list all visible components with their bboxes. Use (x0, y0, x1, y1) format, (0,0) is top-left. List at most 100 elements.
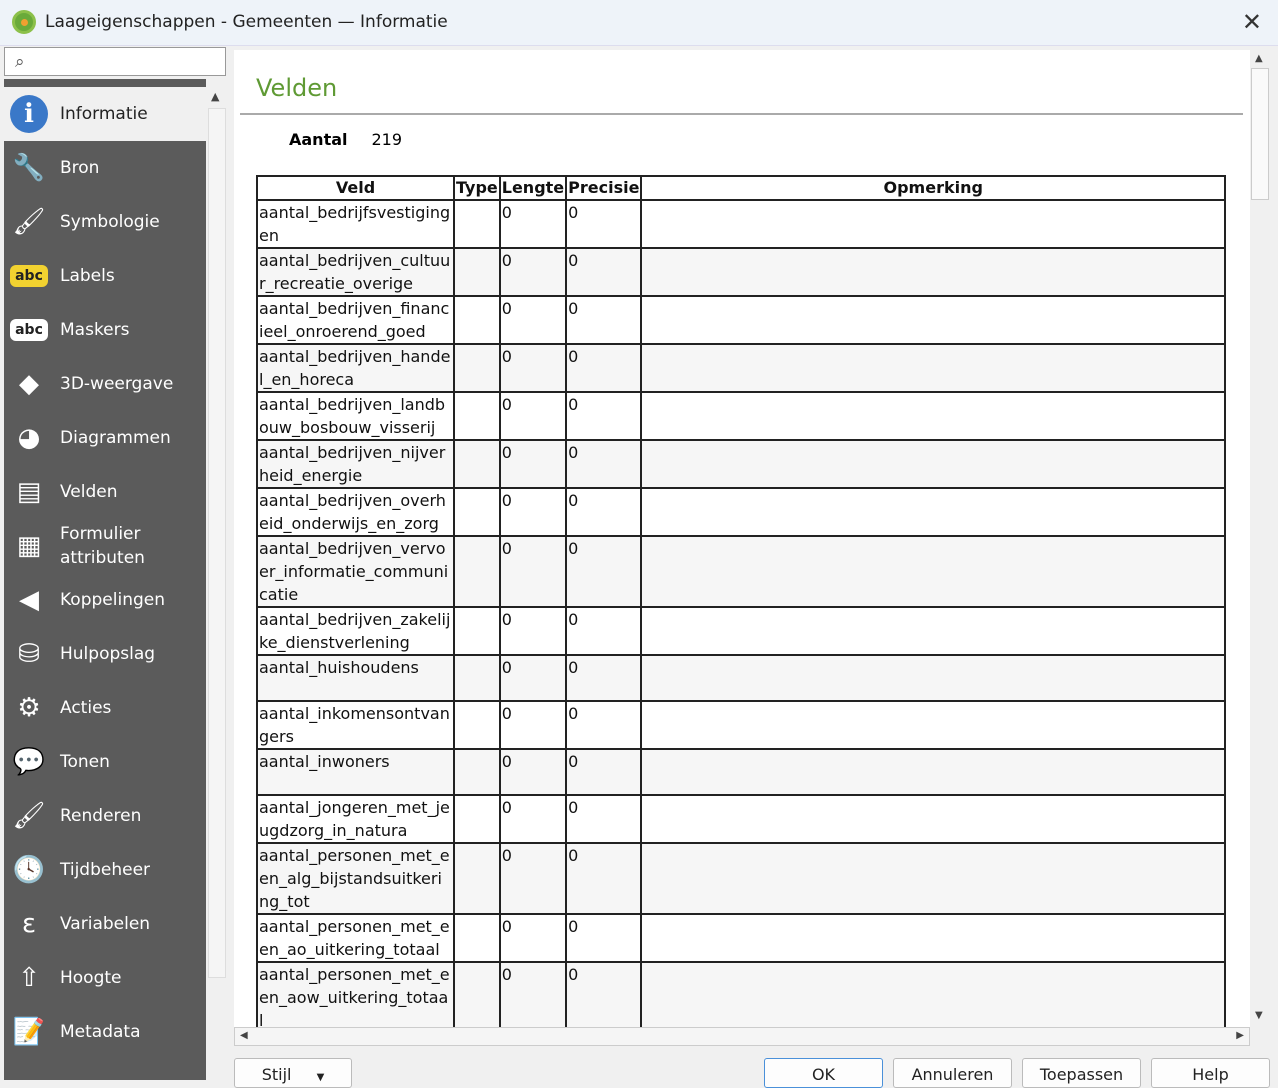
cell-lengte: 0 (498, 748, 568, 796)
sidebar-item-tijdbeheer[interactable]: 🕓 Tijdbeheer (4, 843, 206, 897)
cell-precisie: 0 (565, 247, 643, 297)
table-row: aantal_bedrijfsvestigingen 0 0 (256, 199, 1226, 249)
search-input[interactable]: ⌕ (4, 47, 226, 76)
cell-lengte: 0 (498, 391, 568, 441)
scroll-up-icon[interactable]: ▲ (211, 90, 219, 103)
cell-type (453, 199, 501, 249)
cell-lengte: 0 (498, 247, 568, 297)
column-header-opmerking: Opmerking (640, 175, 1226, 201)
sidebar-item-metadata[interactable]: 📝 Metadata (4, 1005, 206, 1059)
cell-opmerking (640, 343, 1226, 393)
form-icon: ▦ (16, 531, 42, 561)
column-header-precisie: Precisie (565, 175, 643, 201)
metadata-icon: 📝 (12, 1017, 46, 1047)
table-row: aantal_jongeren_met_jeugdzorg_in_natura 0… (256, 794, 1226, 844)
table-row: aantal_personen_met_een_aow_uitkering_to… (256, 961, 1226, 1027)
style-label: Stijl (261, 1065, 292, 1084)
vertical-scrollbar[interactable]: ▲ ▼ (1250, 50, 1270, 1027)
sidebar-item-label: Hulpopslag (60, 644, 156, 664)
sidebar-item-label: Formulier attributen (60, 524, 145, 568)
sidebar-item-hulpopslag[interactable]: ⛁ Hulpopslag (4, 627, 206, 681)
sidebar-item-label: Tonen (60, 752, 110, 772)
cell-type (453, 295, 501, 345)
sidebar-item-label: 3D-weergave (60, 374, 174, 394)
cell-type (453, 913, 501, 963)
style-dropdown[interactable]: Stijl ▼ (234, 1058, 352, 1088)
sidebar-scrollbar[interactable]: ▲ (206, 86, 228, 1080)
cell-lengte: 0 (498, 439, 568, 489)
sidebar-item-symbologie[interactable]: 🖌 Symbologie (4, 195, 206, 249)
cell-veld: aantal_jongeren_met_jeugdzorg_in_natura (256, 794, 455, 844)
sidebar-item-diagrammen[interactable]: ◕ Diagrammen (4, 411, 206, 465)
column-header-type: Type (453, 175, 501, 201)
sidebar-item-koppelingen[interactable]: ◀ Koppelingen (4, 573, 206, 627)
table-row: aantal_personen_met_een_alg_bijstandsuit… (256, 842, 1226, 915)
cell-type (453, 654, 501, 702)
cell-precisie: 0 (565, 913, 643, 963)
epsilon-icon: ε (21, 909, 37, 939)
cell-type (453, 247, 501, 297)
cell-precisie: 0 (565, 487, 643, 537)
sidebar-item-label: Renderen (60, 806, 142, 826)
cell-precisie: 0 (565, 961, 643, 1027)
sidebar-item-informatie[interactable]: ℹ Informatie (4, 87, 206, 141)
sidebar-item-acties[interactable]: ⚙ Acties (4, 681, 206, 735)
sidebar-item-maskers[interactable]: abc Maskers (4, 303, 206, 357)
sidebar-item-label: Tijdbeheer (60, 860, 151, 880)
sidebar-item-3d-weergave[interactable]: ◆ 3D-weergave (4, 357, 206, 411)
cell-precisie: 0 (565, 794, 643, 844)
sidebar-item-hoogte[interactable]: ⇧ Hoogte (4, 951, 206, 1005)
column-header-veld: Veld (256, 175, 455, 201)
cell-precisie: 0 (565, 343, 643, 393)
cell-opmerking (640, 700, 1226, 750)
elevation-icon: ⇧ (18, 963, 40, 993)
sidebar-item-variabelen[interactable]: ε Variabelen (4, 897, 206, 951)
sidebar-item-label: Variabelen (60, 914, 151, 934)
database-icon: ⛁ (18, 639, 40, 669)
cell-opmerking (640, 535, 1226, 608)
cell-type (453, 842, 501, 915)
table-row: aantal_bedrijven_nijverheid_energie 0 0 (256, 439, 1226, 489)
scroll-down-icon[interactable]: ▼ (1255, 1010, 1263, 1021)
sidebar-item-labels[interactable]: abc Labels (4, 249, 206, 303)
help-button[interactable]: Help (1151, 1058, 1270, 1088)
cell-precisie: 0 (565, 842, 643, 915)
cell-veld: aantal_bedrijven_landbouw_bosbouw_visser… (256, 391, 455, 441)
cancel-button[interactable]: Annuleren (893, 1058, 1012, 1088)
sidebar-item-bron[interactable]: 🔧 Bron (4, 141, 206, 195)
sidebar-item-formulier-attributen[interactable]: ▦ Formulier attributen (4, 519, 206, 573)
cell-type (453, 700, 501, 750)
cell-veld: aantal_inwoners (256, 748, 455, 796)
cell-opmerking (640, 748, 1226, 796)
cell-lengte: 0 (498, 535, 568, 608)
scroll-up-icon[interactable]: ▲ (1255, 53, 1263, 64)
abc-mask-icon: abc (10, 319, 48, 341)
scrollbar-thumb[interactable] (1251, 68, 1269, 200)
apply-button[interactable]: Toepassen (1022, 1058, 1141, 1088)
cell-type (453, 439, 501, 489)
abc-label-icon: abc (10, 265, 48, 287)
scrollbar-thumb[interactable] (208, 108, 226, 978)
ok-button[interactable]: OK (764, 1058, 883, 1088)
cell-precisie: 0 (565, 654, 643, 702)
scroll-left-icon[interactable]: ◀ (240, 1030, 248, 1041)
sidebar-item-tonen[interactable]: 💬 Tonen (4, 735, 206, 789)
sidebar-item-label: Bron (60, 158, 100, 178)
sidebar-item-label: Metadata (60, 1022, 141, 1042)
sidebar-item-renderen[interactable]: 🖌 Renderen (4, 789, 206, 843)
horizontal-scrollbar[interactable]: ◀ ▶ (234, 1027, 1250, 1046)
table-row: aantal_bedrijven_cultuur_recreatie_overi… (256, 247, 1226, 297)
cell-veld: aantal_huishoudens (256, 654, 455, 702)
cell-precisie: 0 (565, 748, 643, 796)
cell-opmerking (640, 606, 1226, 656)
scroll-right-icon[interactable]: ▶ (1236, 1030, 1244, 1041)
close-button[interactable]: ✕ (1242, 8, 1262, 36)
field-count: Aantal 219 (289, 130, 402, 149)
cell-type (453, 794, 501, 844)
table-row: aantal_personen_met_een_ao_uitkering_tot… (256, 913, 1226, 963)
sidebar-item-label: Koppelingen (60, 590, 165, 610)
cell-type (453, 487, 501, 537)
sidebar-item-label: Hoogte (60, 968, 122, 988)
cell-type (453, 535, 501, 608)
sidebar-item-velden[interactable]: ▤ Velden (4, 465, 206, 519)
